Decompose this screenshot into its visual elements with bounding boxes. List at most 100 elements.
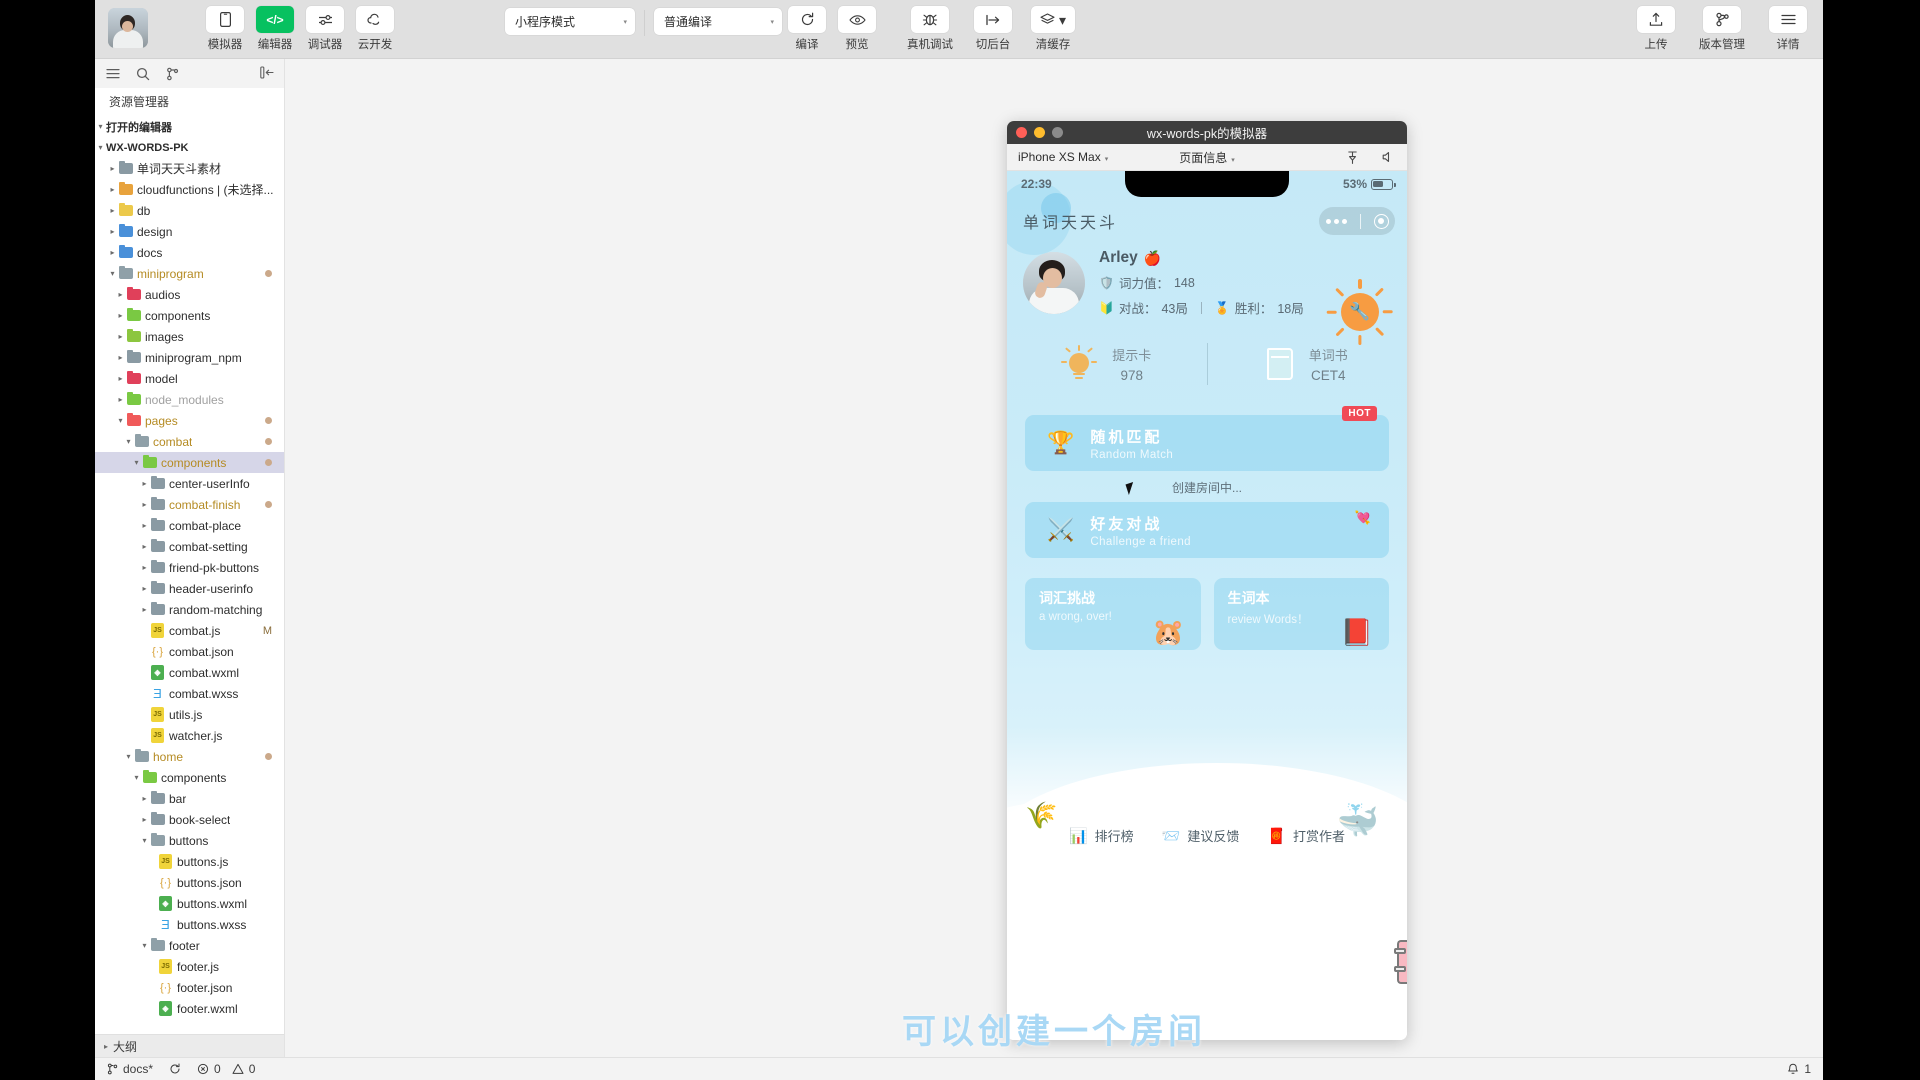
tool-background[interactable]: 切后台 <box>970 6 1016 52</box>
tree-section-project[interactable]: ▾ WX-WORDS-PK <box>95 137 284 158</box>
search-icon[interactable] <box>136 67 150 81</box>
tree-row[interactable]: ▸ combat-setting <box>95 536 284 557</box>
tool-version-control[interactable]: 版本管理 <box>1695 6 1749 52</box>
collapse-panel-icon[interactable] <box>260 66 274 79</box>
tree-row[interactable]: Ǝcombat.wxss <box>95 683 284 704</box>
tool-real-device-debug[interactable]: 真机调试 <box>902 6 958 52</box>
chevron-right-icon[interactable]: ▸ <box>139 479 150 488</box>
tree-row[interactable]: ▾ home <box>95 746 284 767</box>
tool-cloud[interactable]: 云开发 <box>356 6 394 52</box>
tree-row[interactable]: ◈ footer.wxml <box>95 998 284 1019</box>
tree-row[interactable]: ▾ buttons <box>95 830 284 851</box>
phone-screen[interactable]: 22:39 53% 单词天天斗 Arley 🍎 🛡️ 词力值： 148 🔰 对战… <box>1007 171 1407 1040</box>
tree-section-open-editors[interactable]: ▾ 打开的编辑器 <box>95 116 284 137</box>
tree-row[interactable]: ▸ miniprogram_npm <box>95 347 284 368</box>
chevron-down-icon[interactable]: ▾ <box>115 416 126 425</box>
friend-challenge-button[interactable]: ⚔️ 好友对战 Challenge a friend 💘 <box>1025 502 1389 558</box>
tree-row[interactable]: ▸ combat-finish <box>95 494 284 515</box>
chevron-right-icon[interactable]: ▸ <box>115 311 126 320</box>
tool-editor[interactable]: </> 编辑器 <box>256 6 294 52</box>
chevron-right-icon[interactable]: ▸ <box>139 794 150 803</box>
chevron-down-icon[interactable]: ▾ <box>107 269 118 278</box>
chevron-down-icon[interactable]: ▾ <box>139 941 150 950</box>
tool-preview[interactable]: 预览 <box>838 6 876 52</box>
tree-row[interactable]: ▸ images <box>95 326 284 347</box>
side-handle[interactable] <box>1394 940 1407 984</box>
tree-row[interactable]: ▾ components <box>95 452 284 473</box>
chevron-right-icon[interactable]: ▸ <box>139 521 150 530</box>
chevron-right-icon[interactable]: ▸ <box>115 332 126 341</box>
chevron-right-icon[interactable]: ▸ <box>139 815 150 824</box>
tree-row[interactable]: ◈ combat.wxml <box>95 662 284 683</box>
chevron-down-icon[interactable]: ▾ <box>131 773 142 782</box>
tree-row[interactable]: ▸ design <box>95 221 284 242</box>
random-match-button[interactable]: 🏆 随机匹配 Random Match HOT <box>1025 406 1389 471</box>
tree-row[interactable]: ▸ components <box>95 305 284 326</box>
nav-feedback[interactable]: 📨 建议反馈 <box>1162 826 1240 845</box>
word-notebook-card[interactable]: 生词本 review Words！ 📕 <box>1213 578 1389 650</box>
volume-icon[interactable] <box>1382 151 1395 164</box>
tree-row[interactable]: ▸ cloudfunctions | (未选择... <box>95 179 284 200</box>
chevron-right-icon[interactable]: ▸ <box>107 164 118 173</box>
chevron-right-icon[interactable]: ▸ <box>115 353 126 362</box>
stat-hint-cards[interactable]: 提示卡 978 <box>1007 345 1207 383</box>
tree-row[interactable]: ▸ bar <box>95 788 284 809</box>
chevron-right-icon[interactable]: ▸ <box>115 290 126 299</box>
tree-row[interactable]: ▾ pages <box>95 410 284 431</box>
tool-upload[interactable]: 上传 <box>1637 6 1675 52</box>
more-icon[interactable] <box>1325 218 1347 224</box>
tree-row[interactable]: JS watcher.js <box>95 725 284 746</box>
tree-row[interactable]: ▸ 单词天天斗素材 <box>95 158 284 179</box>
mode-select[interactable]: 小程序模式 ▾ <box>505 8 635 35</box>
close-target-icon[interactable] <box>1373 213 1389 229</box>
nav-reward-author[interactable]: 🧧 打赏作者 <box>1267 826 1345 845</box>
tree-row[interactable]: ▾ combat <box>95 431 284 452</box>
tree-row[interactable]: ▸ book-select <box>95 809 284 830</box>
chevron-down-icon[interactable]: ▾ <box>139 836 150 845</box>
outline-section[interactable]: ▸ 大纲 <box>95 1034 284 1057</box>
tree-row[interactable]: ▸ header-userinfo <box>95 578 284 599</box>
stat-word-book[interactable]: 单词书 CET4 <box>1208 345 1408 383</box>
chevron-right-icon[interactable]: ▸ <box>139 500 150 509</box>
tree-row[interactable]: ▸ center-userInfo <box>95 473 284 494</box>
user-avatar[interactable] <box>108 8 148 48</box>
tree-row[interactable]: ▸ node_modules <box>95 389 284 410</box>
tool-details[interactable]: 详情 <box>1769 6 1807 52</box>
file-tree[interactable]: ▾ 打开的编辑器 ▾ WX-WORDS-PK ▸ 单词天天斗素材 ▸ cloudfun… <box>95 114 284 1034</box>
tree-row[interactable]: JS utils.js <box>95 704 284 725</box>
chevron-right-icon[interactable]: ▸ <box>139 563 150 572</box>
tree-row[interactable]: JS buttons.js <box>95 851 284 872</box>
chevron-down-icon[interactable]: ▾ <box>123 437 134 446</box>
chevron-right-icon[interactable]: ▸ <box>107 227 118 236</box>
chevron-right-icon[interactable]: ▸ <box>139 542 150 551</box>
user-profile[interactable]: Arley 🍎 🛡️ 词力值： 148 🔰 对战： 43局 🏅 胜利： 18局 <box>1007 235 1407 317</box>
list-icon[interactable] <box>106 68 120 80</box>
tree-row[interactable]: ▸ docs <box>95 242 284 263</box>
chevron-right-icon[interactable]: ▸ <box>139 584 150 593</box>
tool-clear-cache[interactable]: ▾ 清缓存 <box>1028 6 1078 52</box>
chevron-right-icon[interactable]: ▸ <box>139 605 150 614</box>
tree-row[interactable]: Ǝbuttons.wxss <box>95 914 284 935</box>
pin-icon[interactable] <box>1347 150 1358 164</box>
tree-row[interactable]: ▸ db <box>95 200 284 221</box>
tree-row[interactable]: ▸ combat-place <box>95 515 284 536</box>
tree-row[interactable]: ▸ audios <box>95 284 284 305</box>
chevron-right-icon[interactable]: ▸ <box>107 206 118 215</box>
nav-leaderboard[interactable]: 📊 排行榜 <box>1069 826 1134 845</box>
tree-row[interactable]: {·} buttons.json <box>95 872 284 893</box>
tree-row[interactable]: ◈ buttons.wxml <box>95 893 284 914</box>
tree-row[interactable]: JS combat.js M <box>95 620 284 641</box>
tool-simulator[interactable]: 模拟器 <box>206 6 244 52</box>
tree-row[interactable]: {·} footer.json <box>95 977 284 998</box>
source-control-icon[interactable] <box>166 67 179 81</box>
tree-row[interactable]: {·} combat.json <box>95 641 284 662</box>
tree-row[interactable]: ▾ miniprogram <box>95 263 284 284</box>
status-sync[interactable] <box>169 1063 181 1075</box>
chevron-down-icon[interactable]: ▾ <box>131 458 142 467</box>
vocab-challenge-card[interactable]: 词汇挑战 a wrong, over! 🐹 <box>1025 578 1201 650</box>
tree-row[interactable]: ▸ random-matching <box>95 599 284 620</box>
chevron-right-icon[interactable]: ▸ <box>115 374 126 383</box>
tree-row[interactable]: JS footer.js <box>95 956 284 977</box>
tree-row[interactable]: ▾ components <box>95 767 284 788</box>
wechat-capsule[interactable] <box>1319 207 1395 235</box>
